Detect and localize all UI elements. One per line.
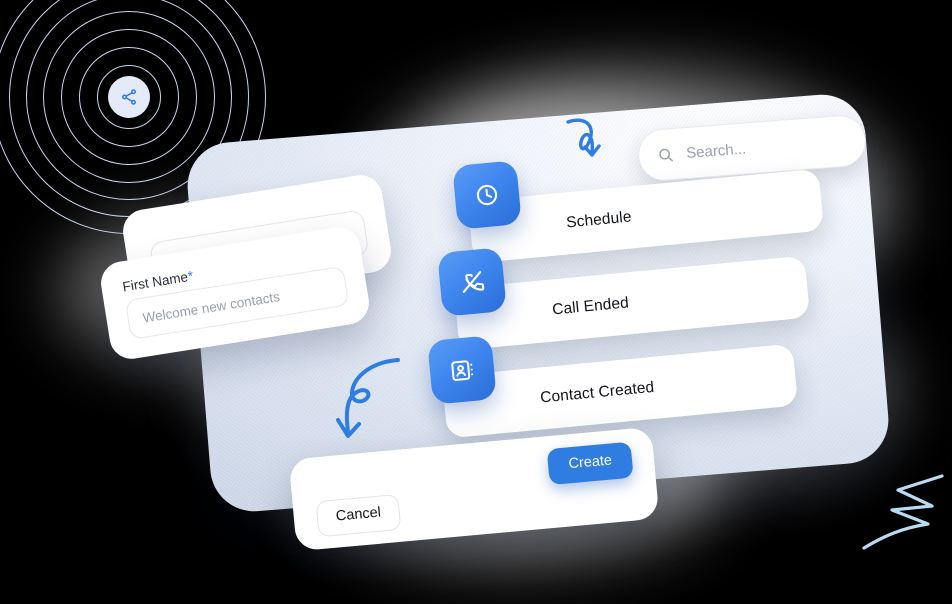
search-input[interactable] — [685, 132, 848, 162]
list-item-label: Call Ended — [551, 294, 630, 319]
phone-off-icon — [462, 271, 485, 293]
create-button[interactable]: Create — [547, 441, 634, 485]
contact-card-icon — [450, 359, 473, 381]
list-item-label: Contact Created — [539, 378, 655, 407]
cancel-button[interactable]: Cancel — [315, 493, 402, 538]
list-item-icon-tile[interactable] — [452, 160, 522, 230]
list-item-label: Schedule — [565, 208, 633, 232]
list-item-icon-tile[interactable] — [427, 335, 497, 405]
search-icon — [659, 148, 673, 161]
rings-hub — [108, 76, 150, 118]
zigzag-squiggle-icon — [862, 474, 944, 550]
required-marker: * — [186, 267, 195, 285]
share-nodes-icon — [122, 89, 136, 105]
list-item-icon-tile[interactable] — [437, 247, 507, 317]
clock-icon — [476, 184, 498, 206]
composition-canvas: Schedule Call Ended Contact Created — [0, 0, 952, 604]
